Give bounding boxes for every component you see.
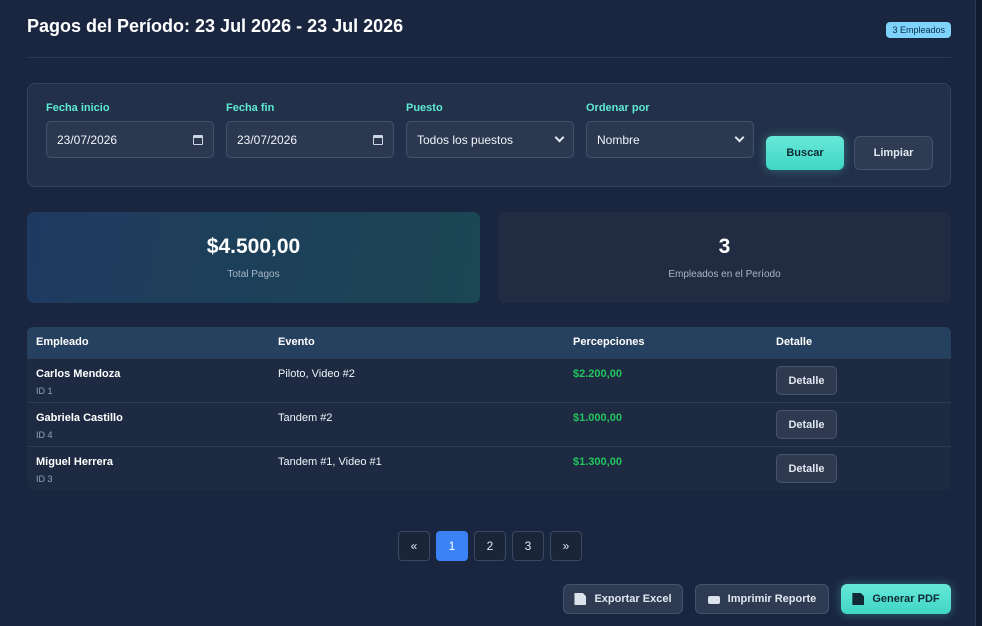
column-header-detail: Detalle bbox=[776, 336, 813, 348]
calendar-icon[interactable] bbox=[373, 134, 383, 145]
end-date-value: 23/07/2026 bbox=[237, 132, 298, 147]
detail-button[interactable]: Detalle bbox=[776, 366, 837, 395]
search-button[interactable]: Buscar bbox=[766, 136, 844, 170]
clear-button[interactable]: Limpiar bbox=[854, 136, 933, 170]
column-header-earnings: Percepciones bbox=[573, 336, 645, 348]
detail-button[interactable]: Detalle bbox=[776, 454, 837, 483]
end-date-label: Fecha fin bbox=[226, 102, 275, 114]
printer-icon bbox=[707, 596, 720, 604]
start-date-value: 23/07/2026 bbox=[57, 132, 118, 147]
table-row: Carlos Mendoza ID 1 Piloto, Video #2 $2.… bbox=[27, 358, 951, 402]
print-report-button[interactable]: Imprimir Reporte bbox=[695, 584, 829, 614]
export-excel-button[interactable]: Exportar Excel bbox=[563, 584, 683, 614]
event-cell: Tandem #2 bbox=[278, 412, 333, 424]
employee-count-label: Empleados en el Período bbox=[668, 269, 781, 280]
column-header-employee: Empleado bbox=[36, 336, 89, 348]
earnings-cell: $1.300,00 bbox=[573, 456, 622, 468]
chevron-down-icon bbox=[734, 132, 745, 143]
position-label: Puesto bbox=[406, 102, 443, 114]
calendar-icon[interactable] bbox=[193, 134, 203, 145]
sort-select[interactable]: Nombre bbox=[586, 121, 754, 158]
payments-table: Empleado Evento Percepciones Detalle Car… bbox=[27, 327, 951, 490]
total-payments-card: $4.500,00 Total Pagos bbox=[27, 212, 480, 303]
employee-id: ID 1 bbox=[36, 386, 53, 396]
position-value: Todos los puestos bbox=[417, 132, 514, 147]
earnings-cell: $2.200,00 bbox=[573, 368, 622, 380]
filter-form: Fecha inicio 23/07/2026 Fecha fin 23/07/… bbox=[27, 83, 951, 187]
employee-id: ID 3 bbox=[36, 474, 53, 484]
employee-count-card: 3 Empleados en el Período bbox=[498, 212, 951, 303]
employee-count-badge: 3 Empleados bbox=[886, 22, 951, 38]
sort-label: Ordenar por bbox=[586, 102, 650, 114]
file-export-icon bbox=[574, 593, 587, 605]
event-cell: Tandem #1, Video #1 bbox=[278, 456, 382, 468]
start-date-input[interactable]: 23/07/2026 bbox=[46, 121, 214, 158]
column-header-event: Evento bbox=[278, 336, 315, 348]
table-row: Miguel Herrera ID 3 Tandem #1, Video #1 … bbox=[27, 446, 951, 490]
table-header: Empleado Evento Percepciones Detalle bbox=[27, 327, 951, 358]
page-next-button[interactable]: » bbox=[550, 531, 582, 561]
page-header: Pagos del Período: 23 Jul 2026 - 23 Jul … bbox=[27, 14, 951, 58]
generate-pdf-button[interactable]: Generar PDF bbox=[841, 584, 951, 614]
employee-count-value: 3 bbox=[718, 235, 731, 258]
page-3-button[interactable]: 3 bbox=[512, 531, 544, 561]
employee-id: ID 4 bbox=[36, 430, 53, 440]
print-report-label: Imprimir Reporte bbox=[727, 593, 817, 605]
earnings-cell: $1.000,00 bbox=[573, 412, 622, 424]
event-cell: Piloto, Video #2 bbox=[278, 368, 355, 380]
employee-name: Miguel Herrera bbox=[36, 456, 114, 468]
page-title: Pagos del Período: 23 Jul 2026 - 23 Jul … bbox=[27, 16, 404, 36]
pdf-file-icon bbox=[852, 593, 865, 605]
employee-name: Carlos Mendoza bbox=[36, 368, 121, 380]
payroll-panel: Pagos del Período: 23 Jul 2026 - 23 Jul … bbox=[0, 0, 976, 626]
position-select[interactable]: Todos los puestos bbox=[406, 121, 574, 158]
generate-pdf-label: Generar PDF bbox=[872, 593, 940, 605]
start-date-label: Fecha inicio bbox=[46, 102, 110, 114]
export-excel-label: Exportar Excel bbox=[594, 593, 672, 605]
pagination: « 1 2 3 » bbox=[398, 531, 582, 561]
total-payments-label: Total Pagos bbox=[227, 269, 280, 280]
page-1-button[interactable]: 1 bbox=[436, 531, 468, 561]
chevron-down-icon bbox=[554, 132, 565, 143]
end-date-input[interactable]: 23/07/2026 bbox=[226, 121, 394, 158]
page-2-button[interactable]: 2 bbox=[474, 531, 506, 561]
page-prev-button[interactable]: « bbox=[398, 531, 430, 561]
sort-value: Nombre bbox=[597, 132, 640, 147]
detail-button[interactable]: Detalle bbox=[776, 410, 837, 439]
total-payments-value: $4.500,00 bbox=[206, 235, 301, 258]
employee-name: Gabriela Castillo bbox=[36, 412, 123, 424]
table-row: Gabriela Castillo ID 4 Tandem #2 $1.000,… bbox=[27, 402, 951, 446]
